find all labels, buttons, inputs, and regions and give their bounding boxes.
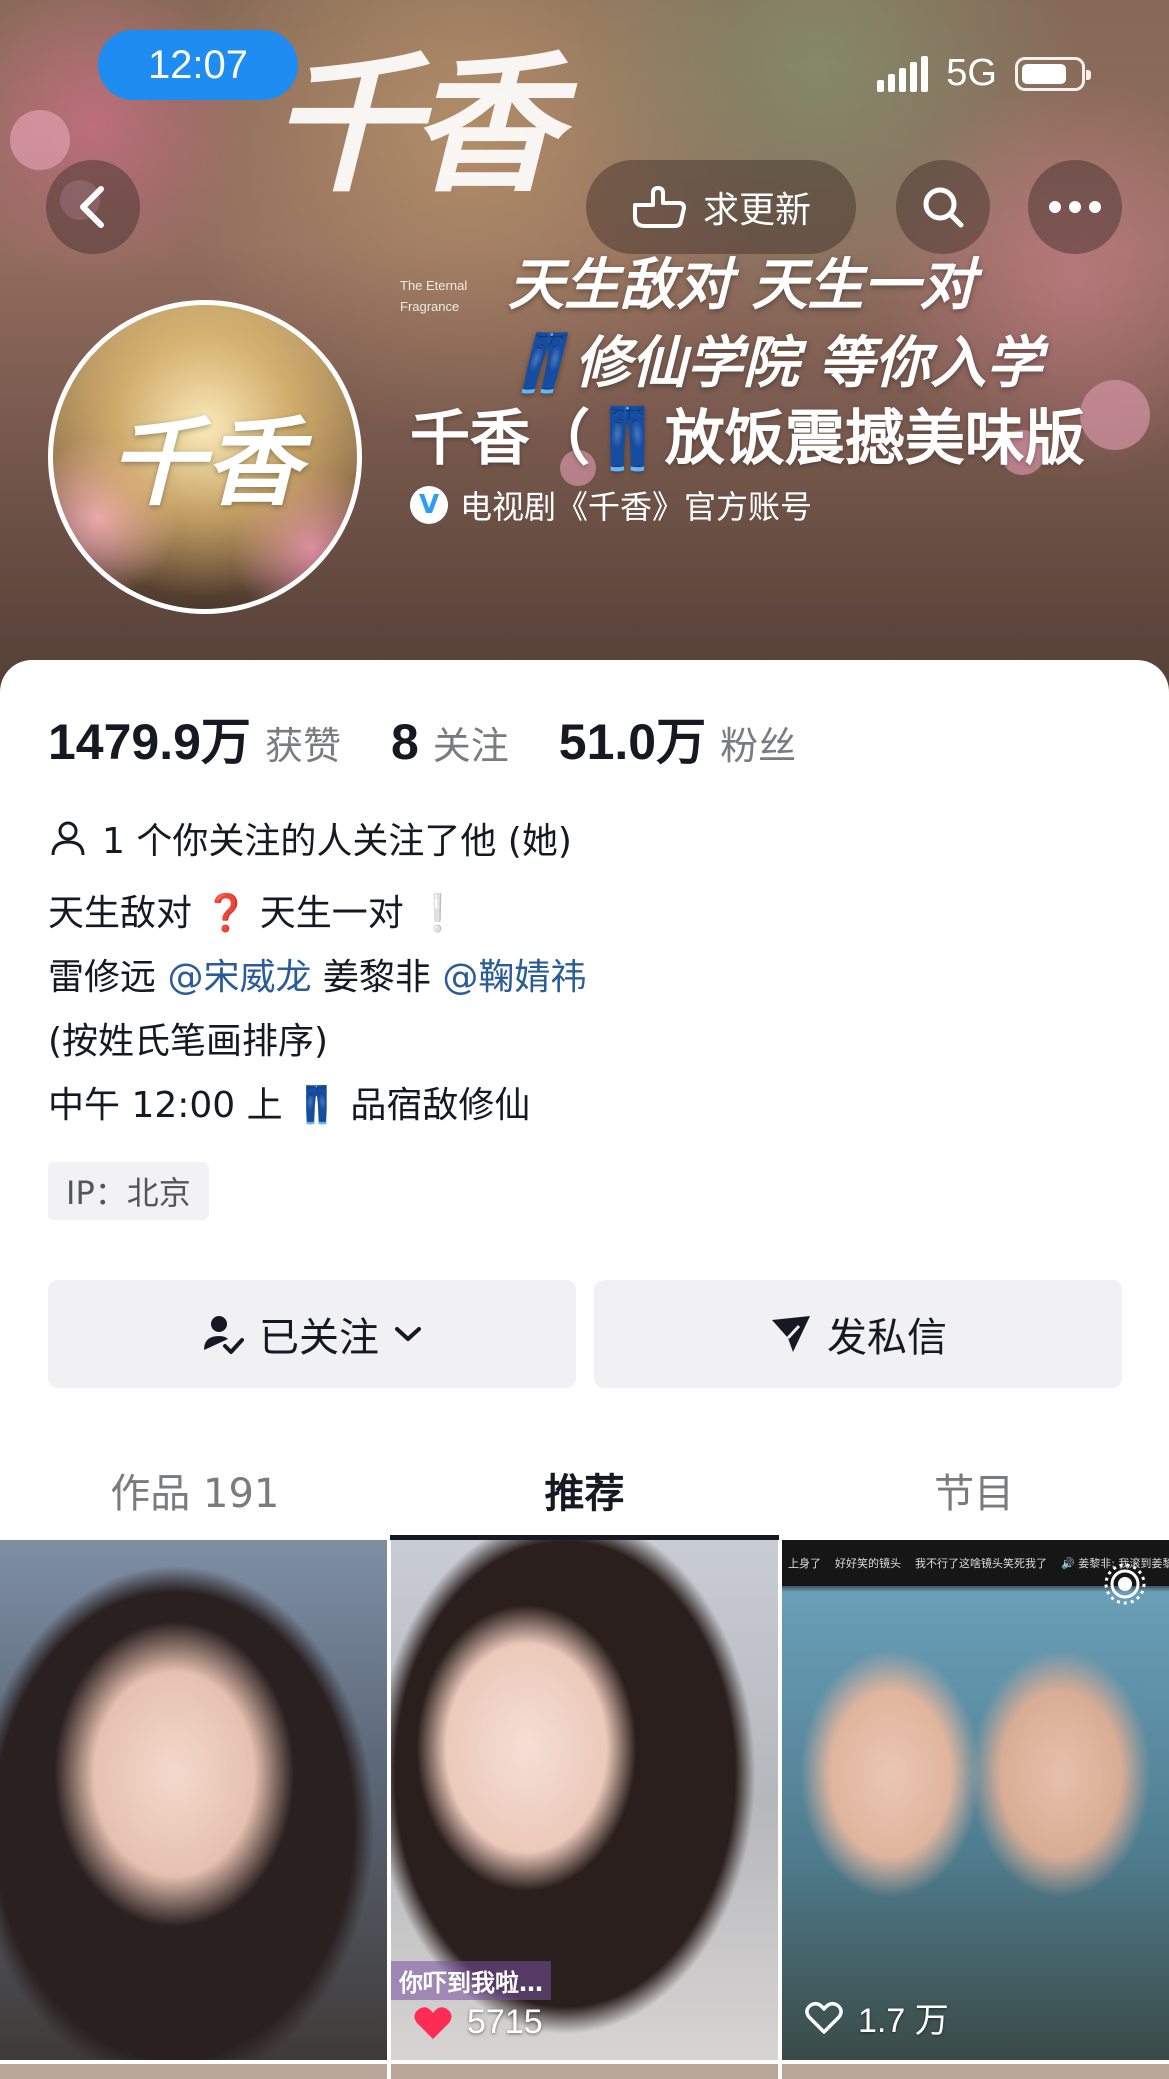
thumbnail-likes: 5715	[413, 2003, 543, 2042]
mutual-follow-row[interactable]: 1 个你关注的人关注了他 (她)	[48, 812, 572, 864]
mention-link[interactable]: @鞠婧祎	[442, 957, 586, 998]
pointing-hand-icon	[632, 186, 686, 228]
stat-likes-value: 1479.9万	[48, 714, 251, 770]
video-thumbnail[interactable]	[782, 2064, 1169, 2079]
bio-text: 天生一对	[248, 893, 416, 934]
stats-row: 1479.9万 获赞 8 关注 51.0万 粉丝	[48, 702, 846, 774]
request-update-button[interactable]: 求更新	[586, 160, 856, 254]
bio-text: 姜黎非	[311, 957, 443, 998]
ip-location-tag: IP：北京	[48, 1162, 209, 1220]
mention-link[interactable]: @宋威龙	[167, 957, 311, 998]
heart-outline-icon	[805, 2001, 843, 2034]
heart-filled-icon	[414, 2006, 452, 2039]
network-type: 5G	[946, 52, 997, 94]
request-update-label: 求更新	[702, 190, 811, 231]
stat-followers-value: 51.0万	[558, 714, 707, 770]
search-button[interactable]	[896, 160, 990, 254]
video-thumbnail[interactable]: 上身了 好好笑的镜头 我不行了这啥镜头笑死我了 🔊 姜黎非: 我滚到姜黎非这什么…	[782, 1540, 1169, 2060]
bio-line-1: 天生敌对 ❓ 天生一对 ❕	[48, 884, 460, 936]
person-check-icon	[204, 1316, 244, 1354]
video-grid: 你吓到我啦… 5715 上身了 好好笑的镜头 我不行了这啥镜头笑死我了 🔊 姜黎…	[0, 1540, 1169, 2079]
video-thumbnail[interactable]: 你吓到我啦… 5715	[391, 1540, 778, 2060]
profile-banner: 千香 The Eternal Fragrance 天生敌对 天生一对 👖修仙学院…	[0, 0, 1169, 700]
mutual-follow-text: 1 个你关注的人关注了他 (她)	[102, 821, 572, 862]
tab-programs[interactable]: 节目	[779, 1440, 1169, 1540]
stat-followers[interactable]: 51.0万 粉丝	[559, 702, 796, 774]
following-label: 已关注	[259, 1315, 379, 1361]
profile-tabs: 作品 191 推荐 节目	[0, 1440, 1169, 1540]
verified-row: V 电视剧《千香》官方账号	[410, 482, 812, 528]
chevron-left-icon	[80, 186, 104, 228]
status-time: 12:07	[98, 30, 298, 100]
bio-text: 天生敌对	[48, 893, 204, 934]
banner-art-subtitle: The Eternal Fragrance	[400, 276, 467, 318]
exclamation-emoji-icon: ❕	[415, 893, 460, 934]
chevron-down-icon	[395, 1327, 421, 1341]
likes-count: 1.7 万	[858, 2002, 949, 2040]
thumbnail-likes: 1.7 万	[804, 1993, 949, 2042]
banner-art-subtitle-line1: The Eternal	[400, 278, 468, 293]
bio-line-2: 雷修远 @宋威龙 姜黎非 @鞠婧祎	[48, 948, 586, 1000]
video-thumbnail[interactable]	[391, 2064, 778, 2079]
more-dots-icon	[1049, 201, 1101, 213]
banner-slogan-line2: 👖修仙学院 等你入学	[505, 330, 1043, 396]
video-thumbnail[interactable]	[0, 1540, 387, 2060]
screen-text: 上身了	[788, 1557, 821, 1570]
status-indicators: 5G	[877, 52, 1091, 95]
verified-label: 电视剧《千香》官方账号	[460, 488, 813, 526]
profile-name: 千香（👖放饭震撼美味版	[410, 404, 1085, 474]
search-icon	[923, 187, 964, 228]
screen-text: 好好笑的镜头	[835, 1557, 901, 1570]
bio-line-3: (按姓氏笔画排序)	[48, 1021, 329, 1062]
battery-icon	[1015, 56, 1091, 91]
more-button[interactable]	[1028, 160, 1122, 254]
screen-text: 我不行了这啥镜头笑死我了	[915, 1557, 1047, 1570]
send-message-label: 发私信	[827, 1315, 947, 1361]
stat-likes-label: 获赞	[264, 724, 341, 768]
tab-works[interactable]: 作品 191	[0, 1440, 390, 1540]
stat-following[interactable]: 8 关注	[391, 713, 509, 771]
avatar-art-text: 千香	[109, 406, 301, 519]
live-photo-icon	[1103, 1562, 1147, 1610]
question-emoji-icon: ❓	[203, 893, 249, 934]
avatar[interactable]: 千香	[48, 300, 362, 614]
stat-followers-label: 粉丝	[720, 724, 797, 768]
send-icon	[772, 1316, 810, 1352]
verified-badge-icon: V	[410, 486, 448, 524]
stat-following-label: 关注	[432, 724, 509, 768]
person-icon	[51, 821, 85, 856]
banner-art-title: 千香	[270, 37, 560, 213]
thumbnail-caption: 你吓到我啦…	[391, 1961, 551, 2000]
stat-likes[interactable]: 1479.9万 获赞	[48, 702, 341, 774]
stat-following-value: 8	[390, 714, 419, 770]
banner-art-subtitle-line2: Fragrance	[400, 298, 460, 314]
send-message-button[interactable]: 发私信	[594, 1280, 1122, 1388]
back-button[interactable]	[46, 160, 140, 254]
next-row-thumbnails	[0, 2064, 1169, 2079]
following-button[interactable]: 已关注	[48, 1280, 576, 1388]
video-thumbnail[interactable]	[0, 2064, 387, 2079]
signal-icon	[877, 55, 929, 92]
tab-recommended[interactable]: 推荐	[389, 1440, 780, 1540]
likes-count: 5715	[467, 2003, 543, 2041]
bio-text: 雷修远	[48, 957, 168, 998]
bio-line-4: 中午 12:00 上 👖 品宿敌修仙	[48, 1085, 531, 1126]
